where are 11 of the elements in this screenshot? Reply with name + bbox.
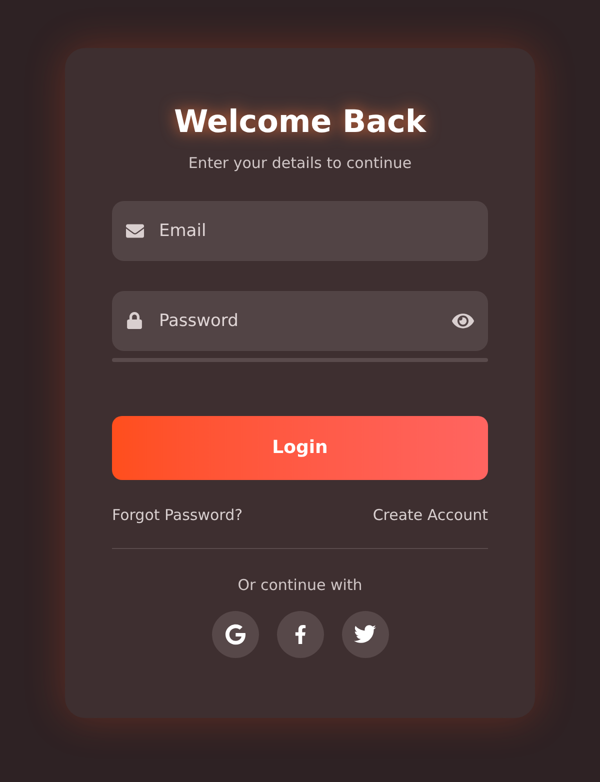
forgot-password-link[interactable]: Forgot Password? bbox=[112, 504, 243, 526]
divider-text: Or continue with bbox=[236, 575, 364, 596]
bird-icon bbox=[354, 623, 376, 645]
email-field[interactable]: Email bbox=[112, 200, 488, 260]
letter-g-icon bbox=[224, 624, 246, 644]
create-account-link[interactable]: Create Account bbox=[372, 504, 488, 526]
lock-icon bbox=[126, 312, 143, 328]
password-field[interactable]: Password bbox=[112, 290, 488, 350]
envelope-icon bbox=[126, 222, 144, 240]
page-title: Welcome Back bbox=[172, 103, 428, 142]
subtitle: Enter your details to continue bbox=[187, 153, 413, 174]
